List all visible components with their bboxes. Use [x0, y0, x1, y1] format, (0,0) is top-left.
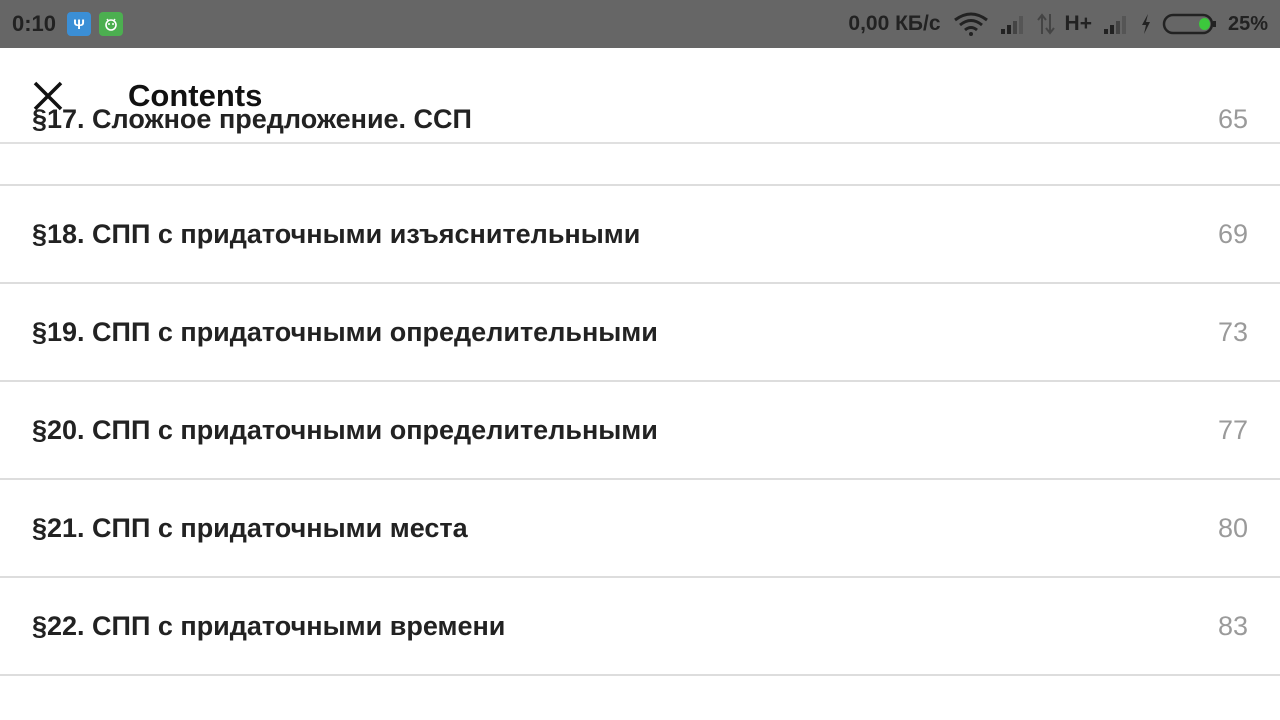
charging-icon [1140, 13, 1152, 35]
status-right-group: 0,00 КБ/с H+ 25% [848, 0, 1268, 48]
usb-icon: Ψ [67, 12, 91, 36]
wifi-icon [953, 12, 989, 36]
toc-item[interactable]: §22. СПП с придаточными времени 83 [0, 578, 1280, 676]
toc-item[interactable]: §20. СПП с придаточными определительными… [0, 382, 1280, 480]
signal-icon [999, 13, 1027, 35]
toc-item[interactable]: §19. СПП с придаточными определительными… [0, 284, 1280, 382]
toc-item-title: §21. СПП с придаточными места [32, 513, 468, 543]
status-bar: 0:10 Ψ 0,00 КБ/с H+ 25% [0, 0, 1280, 48]
toc-item-page: 83 [1217, 611, 1248, 641]
toc-item-page: 65 [1217, 104, 1248, 134]
contents-list: §17. Сложное предложение. ССП 65 §18. СП… [0, 104, 1280, 676]
network-type: H+ [1064, 12, 1092, 35]
toc-item-page: 69 [1217, 219, 1248, 249]
toc-item[interactable]: §18. СПП с придаточными изъяснительными … [0, 186, 1280, 284]
toc-item-title: §22. СПП с придаточными времени [32, 611, 506, 641]
toc-item-title: §19. СПП с придаточными определительными [32, 317, 658, 347]
toc-item-page: 73 [1217, 317, 1248, 347]
status-time: 0:10 [12, 11, 57, 36]
toc-item-title: §18. СПП с придаточными изъяснительными [32, 219, 641, 249]
toc-item-page: 77 [1217, 415, 1248, 445]
toc-item[interactable]: §17. Сложное предложение. ССП 65 [0, 88, 1280, 186]
toc-item-title: §20. СПП с придаточными определительными [32, 415, 658, 445]
signal-icon-2 [1102, 13, 1130, 35]
battery-fill [1198, 18, 1210, 30]
toc-item-title: §17. Сложное предложение. ССП [32, 104, 472, 134]
battery-icon [1162, 12, 1218, 36]
battery-percent: 25% [1227, 12, 1268, 35]
debug-icon [99, 12, 123, 36]
data-transfer-icon [1036, 12, 1055, 36]
toc-item[interactable]: §21. СПП с придаточными места 80 [0, 480, 1280, 578]
toc-item-page: 80 [1217, 513, 1248, 543]
net-speed: 0,00 КБ/с [848, 12, 941, 35]
